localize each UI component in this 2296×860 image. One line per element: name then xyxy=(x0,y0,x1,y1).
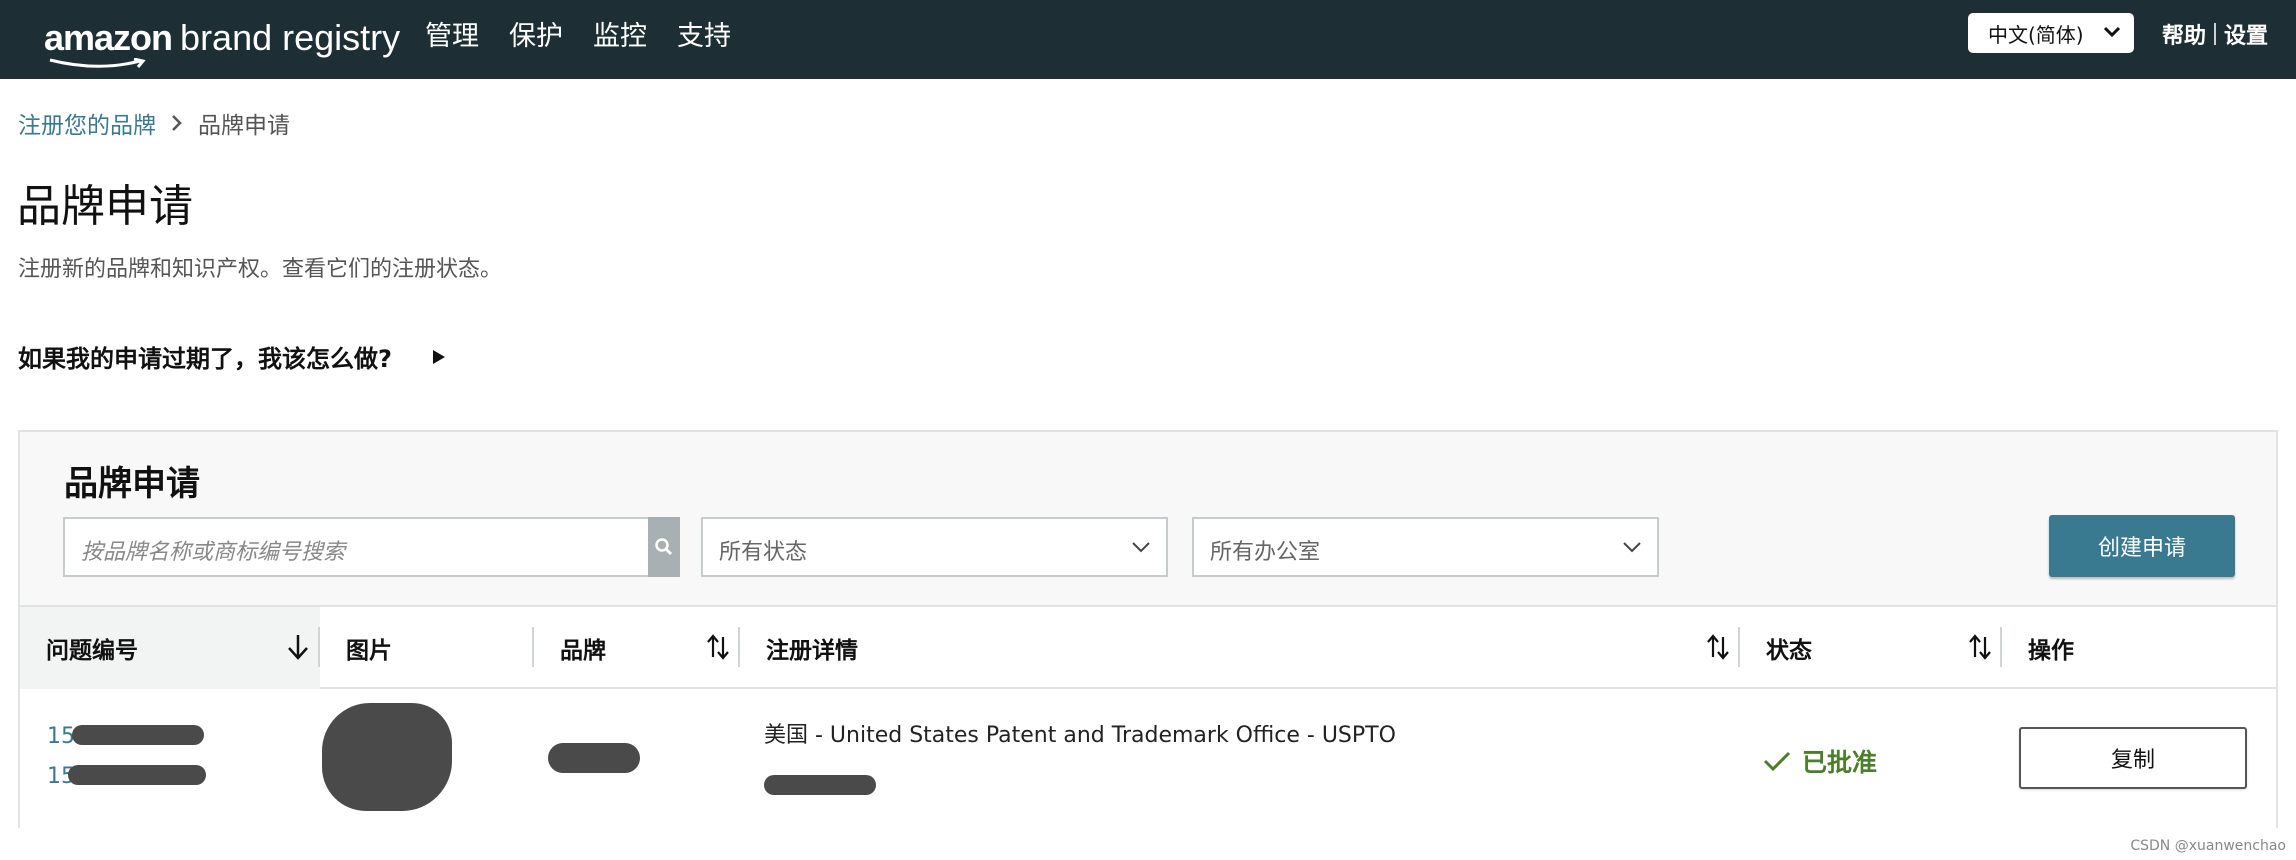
triangle-right-icon xyxy=(432,349,445,364)
column-header-image: 图片 xyxy=(320,607,534,689)
sort-descending-icon xyxy=(288,635,308,660)
redaction-mark xyxy=(68,765,206,785)
copy-button[interactable]: 复制 xyxy=(2019,727,2247,789)
chevron-right-icon xyxy=(172,115,182,131)
brand-applications-panel: 品牌申请 按品牌名称或商标编号搜索 所有状态 所有办公室 创建申请 问题编号 图… xyxy=(18,430,2278,828)
top-links: 帮助 设置 xyxy=(2162,18,2268,50)
divider xyxy=(2214,23,2217,45)
nav-item-support[interactable]: 支持 xyxy=(677,14,731,53)
create-application-button[interactable]: 创建申请 xyxy=(2049,515,2235,577)
breadcrumb: 注册您的品牌 品牌申请 xyxy=(18,106,290,140)
nav-item-protect[interactable]: 保护 xyxy=(509,14,563,53)
language-select[interactable]: 中文(简体) xyxy=(1968,13,2134,53)
status-filter-select[interactable]: 所有状态 xyxy=(701,517,1168,577)
breadcrumb-link-register-brand[interactable]: 注册您的品牌 xyxy=(18,106,156,140)
watermark: CSDN @xuanwenchao xyxy=(2130,838,2286,854)
logo-amazon-text: amazon xyxy=(44,17,173,58)
faq-question: 如果我的申请过期了，我该怎么做? xyxy=(18,345,392,373)
search-placeholder: 按品牌名称或商标编号搜索 xyxy=(81,540,346,565)
column-label: 注册详情 xyxy=(766,638,858,664)
page-title: 品牌申请 xyxy=(17,181,193,232)
nav-item-manage[interactable]: 管理 xyxy=(425,14,479,53)
case-id-link[interactable]: 15 xyxy=(47,717,75,757)
column-label: 状态 xyxy=(1766,638,1812,664)
faq-expander[interactable]: 如果我的申请过期了，我该怎么做? xyxy=(18,339,446,374)
column-header-actions: 操作 xyxy=(2002,607,2276,689)
registration-number-redacted xyxy=(764,775,876,795)
sort-icon xyxy=(707,634,729,660)
status-filter-value: 所有状态 xyxy=(719,540,808,565)
search-input[interactable]: 按品牌名称或商标编号搜索 xyxy=(63,517,680,577)
table-header: 问题编号 图片 品牌 注册详情 状态 操作 xyxy=(20,605,2276,689)
chevron-down-icon xyxy=(1623,542,1641,553)
case-id-cell: 15 15 xyxy=(47,717,75,797)
brand-name-redacted xyxy=(548,743,640,773)
column-header-registration-details[interactable]: 注册详情 xyxy=(740,607,1740,689)
column-header-status[interactable]: 状态 xyxy=(1740,607,2002,689)
amazon-smile-icon xyxy=(49,58,146,68)
language-select-value: 中文(简体) xyxy=(1988,22,2084,47)
breadcrumb-current: 品牌申请 xyxy=(198,113,290,139)
table-row: 15 15 美国 - United States Patent and Trad… xyxy=(20,689,2276,828)
settings-link[interactable]: 设置 xyxy=(2224,18,2268,50)
check-icon xyxy=(1763,751,1791,772)
column-label: 图片 xyxy=(346,638,392,664)
column-header-brand[interactable]: 品牌 xyxy=(534,607,740,689)
office-filter-value: 所有办公室 xyxy=(1210,540,1321,565)
column-label: 问题编号 xyxy=(46,638,138,664)
office-filter-select[interactable]: 所有办公室 xyxy=(1192,517,1659,577)
search-button[interactable] xyxy=(648,517,680,577)
main-nav: 管理 保护 监控 支持 xyxy=(425,14,731,53)
chevron-down-icon xyxy=(2103,26,2121,38)
redaction-mark xyxy=(72,725,204,745)
amazon-brand-registry-logo[interactable]: amazon brand registry xyxy=(44,10,401,68)
column-header-case-id[interactable]: 问题编号 xyxy=(20,607,320,689)
status-approved: 已批准 xyxy=(1762,743,1877,779)
column-label: 操作 xyxy=(2028,638,2074,664)
brand-image-redacted xyxy=(322,703,452,811)
nav-item-monitor[interactable]: 监控 xyxy=(593,14,647,53)
registration-detail: 美国 - United States Patent and Trademark … xyxy=(764,723,1396,748)
top-nav-bar: amazon brand registry 管理 保护 监控 支持 中文(简体)… xyxy=(0,0,2296,79)
sort-icon xyxy=(1969,634,1991,660)
logo-brand-registry-text: brand registry xyxy=(180,17,401,58)
page-subtitle: 注册新的品牌和知识产权。查看它们的注册状态。 xyxy=(18,257,503,282)
help-link[interactable]: 帮助 xyxy=(2162,18,2206,50)
status-text: 已批准 xyxy=(1802,748,1878,777)
column-label: 品牌 xyxy=(560,638,606,664)
sort-icon xyxy=(1707,634,1729,660)
search-icon xyxy=(655,538,673,556)
panel-title: 品牌申请 xyxy=(64,464,200,504)
chevron-down-icon xyxy=(1132,542,1150,553)
